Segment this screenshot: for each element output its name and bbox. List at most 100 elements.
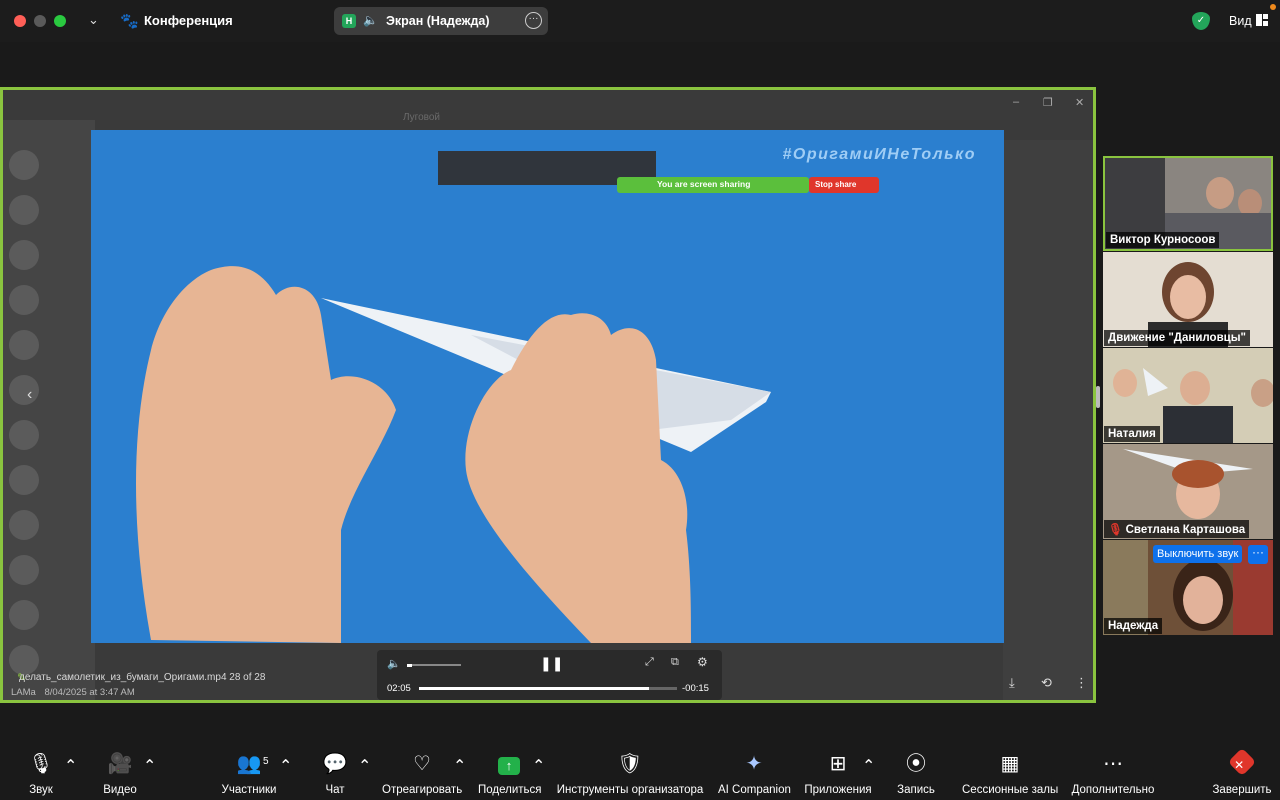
participant-tile[interactable]: Виктор Курносоов <box>1103 156 1273 251</box>
stop-share-button: Stop share <box>809 177 879 193</box>
apps-label: Приложения <box>804 784 872 796</box>
chat-avatar <box>9 375 39 405</box>
share-screen-button[interactable]: ↑ Поделиться <box>478 752 542 796</box>
view-layout-icon[interactable] <box>1256 14 1268 26</box>
share-options-caret[interactable]: ⌃ <box>532 756 545 776</box>
screen-share-label: Экран (Надежда) <box>386 14 490 28</box>
participant-tile[interactable]: 🎙 Светлана Карташова <box>1103 444 1273 539</box>
gear-icon[interactable]: ⚙ <box>697 655 708 669</box>
end-label: Завершить <box>1212 784 1272 796</box>
chat-icon: 💬 <box>322 753 348 775</box>
more-options-icon[interactable]: ··· <box>525 12 542 29</box>
react-button[interactable]: ♡ Отреагировать <box>382 752 462 796</box>
screen-sharing-notice: You are screen sharing <box>617 177 809 193</box>
video-player-controls[interactable]: 🔈 ❚❚ ⤢ ⧉ ⚙ 02:05 -00:15 <box>377 650 722 700</box>
participant-tile[interactable]: Движение "Даниловцы" <box>1103 252 1273 347</box>
fullscreen-icon[interactable]: ⤢ <box>645 656 654 669</box>
participants-options-caret[interactable]: ⌃ <box>279 756 292 776</box>
react-options-caret[interactable]: ⌃ <box>453 756 466 776</box>
sparkle-icon: ✦ <box>745 753 763 775</box>
chat-avatar <box>9 465 39 495</box>
audio-button[interactable]: 🎙 Звук <box>20 752 62 796</box>
security-shield-icon[interactable]: ✓ <box>1192 12 1210 30</box>
chat-avatar <box>9 600 39 630</box>
shared-app-title: Луговой <box>403 112 441 123</box>
participant-name: Наталия <box>1104 426 1160 442</box>
more-vertical-icon: ⋮ <box>1075 675 1088 690</box>
chat-avatar <box>9 330 39 360</box>
participant-name-text: Светлана Карташова <box>1125 524 1246 536</box>
chat-options-caret[interactable]: ⌃ <box>358 756 371 776</box>
participant-name: Виктор Курносоов <box>1106 232 1220 248</box>
participants-button[interactable]: 👥 Участники <box>218 752 280 796</box>
zoom-window-button[interactable] <box>54 15 66 27</box>
participant-tile[interactable]: Наталия <box>1103 348 1273 443</box>
speaker-icon[interactable]: 🔈 <box>363 13 378 27</box>
meeting-controls: 🎙 Звук ⌃ 🎥 Видео ⌃ 👥 Участники 5 ⌃ 💬 Чат… <box>0 740 1280 800</box>
microphone-icon: 🎙 <box>28 753 54 775</box>
paw-icon: 🐾 <box>120 13 139 30</box>
video-camera-icon: 🎥 <box>107 753 133 775</box>
participants-count: 5 <box>263 756 269 767</box>
view-menu-label[interactable]: Вид <box>1229 14 1252 28</box>
video-filename: делать_самолетик_из_бумаги_Оригами.mp4 2… <box>19 672 266 683</box>
chat-avatar <box>9 420 39 450</box>
end-meeting-icon: ✕ <box>1227 747 1257 777</box>
sharer-avatar: Н <box>342 14 356 28</box>
participants-icon: 👥 <box>236 753 262 775</box>
volume-icon[interactable]: 🔈 <box>387 657 401 670</box>
video-date: 8/04/2025 at 3:47 AM <box>44 687 135 698</box>
shared-screen: Луговой – ❐ ✕ #ОригамиИНеТолько You are … <box>0 87 1096 703</box>
video-button[interactable]: 🎥 Видео <box>98 752 142 796</box>
end-meeting-button[interactable]: ✕ Завершить <box>1212 747 1272 796</box>
close-window-button[interactable] <box>14 15 26 27</box>
meeting-title[interactable]: Конференция <box>144 13 233 28</box>
screen-share-pill[interactable]: Н 🔈 Экран (Надежда) ··· <box>334 7 548 35</box>
remaining-time: -00:15 <box>682 683 709 694</box>
ai-companion-label: AI Companion <box>718 784 791 796</box>
chat-avatar <box>9 510 39 540</box>
chat-avatar <box>9 555 39 585</box>
record-icon: ⦿ <box>906 753 926 775</box>
volume-slider[interactable] <box>407 664 461 667</box>
share-label: Поделиться <box>478 784 542 796</box>
panel-resize-handle[interactable] <box>1096 386 1100 408</box>
chat-label: Чат <box>325 784 345 796</box>
participant-name-text: Виктор Курносоов <box>1110 234 1216 246</box>
download-icon: ⤓ <box>1009 675 1015 690</box>
share-screen-icon: ↑ <box>498 757 520 775</box>
origami-video[interactable]: #ОригамиИНеТолько You are screen sharing… <box>91 130 1004 643</box>
chevron-left-icon: ‹ <box>27 386 33 403</box>
muted-mic-icon: 🎙 <box>1108 524 1123 536</box>
audio-label: Звук <box>29 784 53 796</box>
chat-avatar <box>9 195 39 225</box>
pause-button[interactable]: ❚❚ <box>540 655 563 672</box>
record-button[interactable]: ⦿ Запись <box>896 752 936 796</box>
rotate-icon: ⟲ <box>1041 675 1052 690</box>
video-progress-fill <box>419 687 649 690</box>
apps-options-caret[interactable]: ⌃ <box>862 756 875 776</box>
chevron-down-icon[interactable]: ⌄ <box>88 12 99 28</box>
participant-more-button[interactable]: ··· <box>1248 545 1268 564</box>
title-bar: ⌄ 🐾 Конференция Н 🔈 Экран (Надежда) ··· … <box>0 0 1280 42</box>
record-label: Запись <box>897 784 935 796</box>
mute-participant-button[interactable]: Выключить звук <box>1153 545 1243 563</box>
breakout-label: Сессионные залы <box>962 784 1059 796</box>
video-frame <box>136 266 771 643</box>
restore-icon: ❐ <box>1043 97 1053 109</box>
picture-in-picture-icon[interactable]: ⧉ <box>671 656 679 669</box>
minimize-window-button[interactable] <box>34 15 46 27</box>
video-options-caret[interactable]: ⌃ <box>143 756 156 776</box>
video-progress-bar[interactable] <box>419 687 677 690</box>
react-label: Отреагировать <box>382 784 463 796</box>
participant-name: Надежда <box>1104 618 1163 634</box>
more-label: Дополнительно <box>1071 784 1155 796</box>
chat-avatar <box>9 285 39 315</box>
chat-button[interactable]: 💬 Чат <box>320 752 350 796</box>
host-tools-button[interactable]: 🛡 Инструменты организатора <box>556 752 704 796</box>
audio-options-caret[interactable]: ⌃ <box>64 756 77 776</box>
more-horizontal-icon: ⋯ <box>1103 753 1123 775</box>
more-button[interactable]: ⋯ Дополнительно <box>1070 752 1156 796</box>
breakout-rooms-button[interactable]: ▦ Сессионные залы <box>962 752 1058 796</box>
ai-companion-button[interactable]: ✦ AI Companion <box>718 752 791 796</box>
